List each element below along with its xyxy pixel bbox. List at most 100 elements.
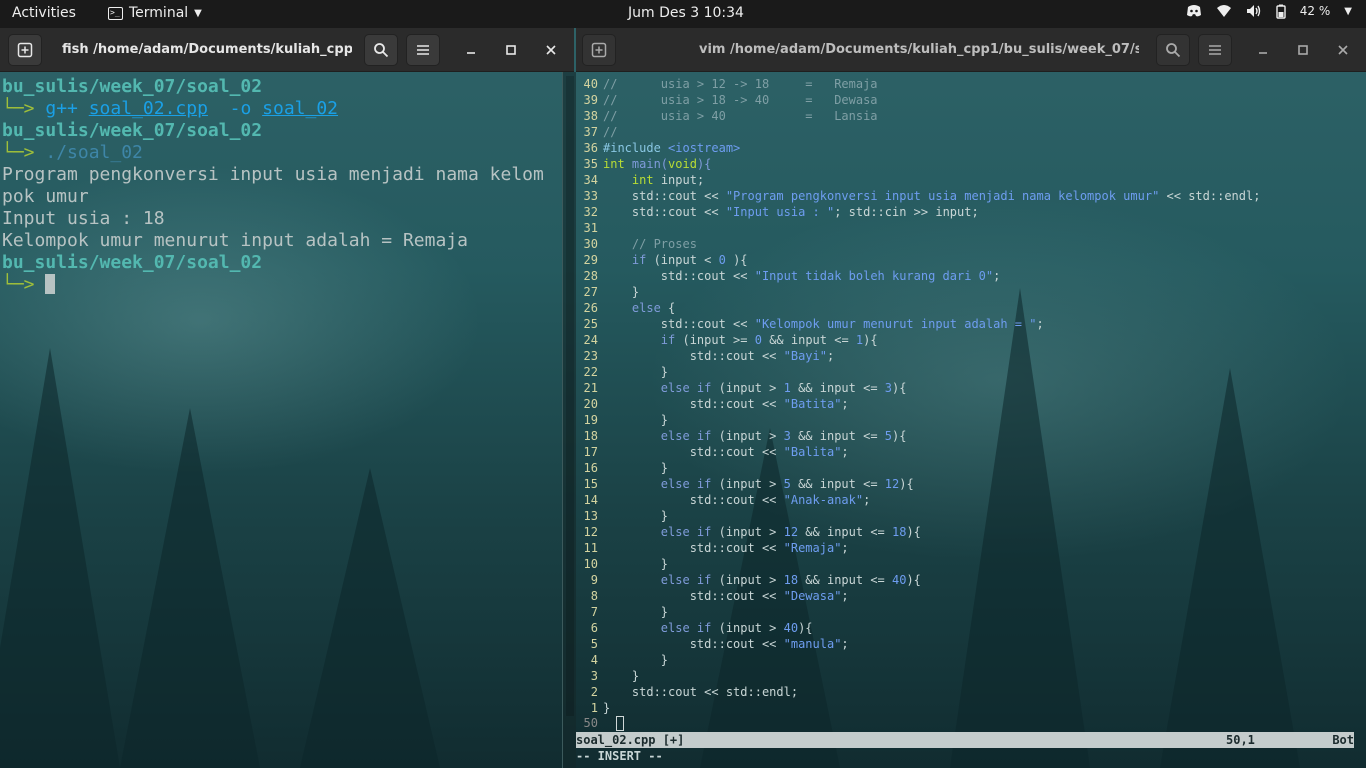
line-number: 4 (590, 653, 598, 667)
code-text: } (598, 284, 639, 300)
code-text: } (598, 556, 668, 572)
code-token: std::cout << (603, 445, 784, 459)
code-line: 33 std::cout << "Program pengkonversi in… (576, 188, 1354, 204)
code-line: 19 } (576, 412, 1354, 428)
code-token: "Balita" (783, 445, 842, 459)
line-number: 10 (583, 557, 598, 571)
line-number: 16 (583, 461, 598, 475)
code-text: } (598, 364, 668, 380)
new-tab-button[interactable] (582, 34, 616, 66)
line-number: 8 (590, 589, 598, 603)
search-icon (374, 43, 389, 58)
code-token: else if (603, 429, 712, 443)
app-menu[interactable]: >_ Terminal ▼ (108, 5, 202, 21)
menu-button[interactable] (406, 34, 440, 66)
search-button[interactable] (1156, 34, 1190, 66)
battery-icon[interactable] (1276, 4, 1286, 19)
vim-editor-buffer[interactable]: 40// usia > 12 -> 18 = Remaja 39// usia >… (576, 76, 1354, 716)
code-token: // Proses (603, 237, 697, 251)
line-number: 3 (590, 669, 598, 683)
code-line: 31 (576, 220, 1354, 236)
close-button[interactable] (541, 40, 561, 60)
code-line: 12 else if (input > 12 && input <= 18){ (576, 524, 1354, 540)
vim-cursor-line[interactable]: 50 (576, 716, 1354, 732)
code-token: && input <= (798, 525, 892, 539)
code-token: if (603, 333, 676, 347)
code-token: 1 (783, 381, 791, 395)
line-number: 17 (583, 445, 598, 459)
line-number: 19 (583, 413, 598, 427)
status-position: 50,1 (1226, 733, 1255, 747)
clock[interactable]: Jum Des 3 10:34 (628, 5, 744, 21)
discord-icon[interactable] (1186, 4, 1202, 18)
code-token: } (603, 669, 640, 683)
code-line: 21 else if (input > 1 && input <= 3){ (576, 380, 1354, 396)
window-title: fish /home/adam/Documents/kuliah_cpp1... (62, 42, 352, 57)
code-line: 8 std::cout << "Dewasa"; (576, 588, 1354, 604)
code-token: } (603, 365, 669, 379)
code-token: // usia > 12 -> 18 = Remaja (603, 77, 878, 91)
minimize-button[interactable] (461, 40, 481, 60)
code-line: 35 int main(void){ (576, 156, 1354, 172)
code-token: std::cout << (603, 189, 726, 203)
code-token: ){ (725, 253, 748, 267)
output-line: Input usia : 18 (2, 208, 165, 229)
window-title: vim /home/adam/Documents/kuliah_cpp1/bu_… (699, 42, 1139, 57)
code-token: } (603, 653, 669, 667)
code-token: 5 (783, 477, 791, 491)
volume-icon[interactable] (1246, 4, 1262, 18)
code-line: 29 if (input < 0 ){ (576, 252, 1354, 268)
code-token: "manula" (783, 637, 842, 651)
maximize-icon (506, 45, 516, 55)
line-number: 6 (590, 621, 598, 635)
code-line: 2 std::cout << std::endl; (576, 684, 1354, 700)
system-tray[interactable]: 42 % ▼ (1186, 4, 1352, 19)
code-text: } (598, 604, 668, 620)
code-line: 25 std::cout << "Kelompok umur menurut i… (576, 316, 1354, 332)
code-token: void (668, 157, 697, 171)
terminal-icon: >_ (108, 6, 123, 20)
close-icon (546, 45, 556, 55)
code-token: "Input usia : " (725, 205, 835, 219)
code-token: else if (603, 477, 712, 491)
code-line: 10 } (576, 556, 1354, 572)
maximize-button[interactable] (1293, 40, 1313, 60)
code-text: else { (598, 300, 675, 316)
line-number: 21 (583, 381, 598, 395)
code-line: 28 std::cout << "Input tidak boleh kuran… (576, 268, 1354, 284)
line-number: 20 (583, 397, 598, 411)
activities-button[interactable]: Activities (12, 5, 76, 21)
prompt-path: bu_sulis/week_07/soal_02 (2, 120, 263, 141)
code-line: 26 else { (576, 300, 1354, 316)
code-token: && input <= (790, 429, 885, 443)
code-token: } (603, 605, 669, 619)
code-token: <iostream> (668, 141, 741, 155)
code-token: std::cout << (603, 637, 784, 651)
line-number: 38 (583, 109, 598, 123)
code-text: std::cout << "Program pengkonversi input… (598, 188, 1261, 204)
status-filename: soal_02.cpp [+] (576, 733, 685, 747)
code-text: std::cout << std::endl; (598, 684, 798, 700)
code-token: 12 (884, 477, 900, 491)
prompt-path: bu_sulis/week_07/soal_02 (2, 76, 263, 97)
menu-button[interactable] (1198, 34, 1232, 66)
code-token: (input > (711, 621, 784, 635)
code-token: 0 (718, 253, 726, 267)
code-line: 3 } (576, 668, 1354, 684)
line-number: 34 (583, 173, 598, 187)
search-button[interactable] (364, 34, 398, 66)
code-token: "Remaja" (783, 541, 842, 555)
minimize-icon (467, 52, 475, 54)
output-line: Program pengkonversi input usia menjadi … (2, 164, 544, 185)
maximize-button[interactable] (501, 40, 521, 60)
code-text: std::cout << "manula"; (598, 636, 849, 652)
output-line: pok umur (2, 186, 89, 207)
minimize-button[interactable] (1253, 40, 1273, 60)
wifi-icon[interactable] (1216, 4, 1232, 18)
new-tab-button[interactable] (8, 34, 42, 66)
code-token: ){ (892, 429, 907, 443)
close-button[interactable] (1333, 40, 1353, 60)
fish-terminal-output[interactable]: bu_sulis/week_07/soal_02 └─> g++ soal_02… (2, 76, 558, 766)
